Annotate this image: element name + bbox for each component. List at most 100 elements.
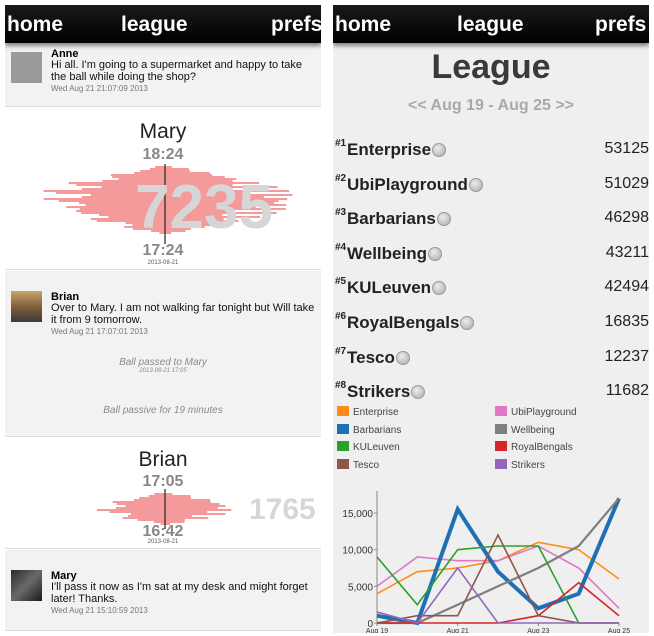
- team-label: Tesco: [347, 347, 395, 367]
- ball-icon: [432, 281, 447, 296]
- message-timestamp: Wed Aug 21 17:07:01 2013: [51, 327, 148, 336]
- team-label: UbiPlayground: [347, 174, 468, 194]
- ball-icon: [460, 316, 475, 330]
- baton-holder-name: Mary: [139, 120, 187, 143]
- message-item: Mary I'll pass it now as I'm sat at my d…: [5, 550, 321, 631]
- legend-label: RoyalBengals: [511, 442, 573, 453]
- team-rank: #4: [335, 241, 347, 253]
- league-row[interactable]: #2 UbiPlayground 51029: [333, 173, 649, 197]
- ball-icon: [468, 177, 483, 192]
- league-row[interactable]: #1 Enterprise 53125: [333, 138, 649, 162]
- histogram-bar: [96, 509, 232, 511]
- histogram-bar: [128, 515, 193, 517]
- message-timestamp: Wed Aug 21 21:07:09 2013: [51, 84, 148, 93]
- baton-date: 2013-08-21: [147, 539, 179, 545]
- legend-item: Strikers: [495, 458, 545, 471]
- legend-label: KULeuven: [353, 442, 400, 453]
- league-row[interactable]: #4 Wellbeing 43211: [333, 242, 649, 266]
- team-label: Enterprise: [347, 140, 432, 159]
- message-text: Over to Mary. I am not walking far tonig…: [51, 302, 315, 326]
- histogram-bar: [155, 166, 172, 168]
- x-tick-label: Aug 21: [447, 628, 469, 633]
- week-range: Aug 19 - Aug 25: [430, 97, 551, 114]
- team-label: KULeuven: [347, 278, 432, 298]
- histogram-bar: [154, 493, 173, 495]
- team-label: RoyalBengals: [347, 313, 460, 332]
- event-notice: Ball passive for 19 minutes: [5, 405, 321, 416]
- nav-prefs[interactable]: prefs: [271, 13, 321, 37]
- baton-card: Brian 17:05 1765 16:42 2013-08-21: [5, 437, 321, 549]
- ball-icon: [436, 212, 451, 227]
- legend-label: Tesco: [353, 459, 380, 471]
- histogram-bar: [116, 503, 220, 505]
- team-rank: #5: [335, 276, 347, 288]
- team-rank: #7: [335, 345, 347, 357]
- legend-item: Wellbeing: [495, 423, 555, 436]
- histogram-bar: [133, 499, 211, 501]
- league-screen: home league prefs League << Aug 19 - Aug…: [333, 5, 649, 633]
- baton-start-time: 17:05: [142, 473, 184, 490]
- legend-item: Tesco: [337, 458, 380, 471]
- event-text: Ball passed to Mary: [119, 357, 207, 368]
- step-count: 7235: [135, 173, 273, 242]
- nav-home[interactable]: home: [335, 13, 391, 37]
- baton-holder-name: Brian: [138, 448, 188, 471]
- team-rank: #2: [335, 172, 347, 184]
- weekly-steps-chart: 05,00010,00015,000Aug 19 Aug 21 Aug 23 Aug …: [342, 491, 630, 633]
- x-tick-label: Aug 23: [527, 628, 549, 633]
- team-name: Tesco: [347, 348, 410, 368]
- legend-swatch: [495, 458, 507, 469]
- message-text: I'll pass it now as I'm sat at my desk a…: [51, 581, 308, 605]
- legend-swatch: [337, 406, 349, 416]
- team-name: Wellbeing: [347, 244, 442, 264]
- nav-bar: home league prefs: [5, 5, 321, 43]
- nav-league[interactable]: league: [121, 13, 188, 37]
- avatar: [11, 291, 42, 322]
- nav-home[interactable]: home: [7, 13, 63, 37]
- legend-label: Wellbeing: [511, 424, 555, 436]
- legend-swatch: [337, 441, 349, 451]
- team-score: 43211: [605, 243, 649, 261]
- y-tick-label: 15,000: [342, 509, 373, 520]
- team-score: 12237: [604, 347, 650, 365]
- legend-label: Barbarians: [353, 424, 402, 436]
- league-row[interactable]: #5 KULeuven 42494: [333, 276, 649, 300]
- league-row[interactable]: #6 RoyalBengals 16835: [333, 311, 649, 335]
- histogram-bar: [149, 168, 189, 170]
- message-item: Brian Over to Mary. I am not walking far…: [5, 271, 321, 437]
- team-name: Barbarians: [347, 209, 451, 229]
- feed-screen: home league prefs Anne Hi all. I'm going…: [5, 5, 321, 631]
- legend-item: Barbarians: [337, 423, 402, 436]
- next-week-button[interactable]: >>: [555, 97, 574, 114]
- nav-prefs[interactable]: prefs: [595, 13, 646, 37]
- x-tick-label: Aug 25: [608, 628, 630, 633]
- team-name: KULeuven: [347, 278, 447, 298]
- legend-swatch: [495, 423, 507, 434]
- prev-week-button[interactable]: <<: [408, 97, 427, 114]
- message-text: Hi all. I'm going to a supermarket and h…: [51, 59, 302, 83]
- team-rank: #1: [335, 138, 347, 149]
- nav-bar: home league prefs: [333, 5, 649, 43]
- team-rank: #8: [335, 380, 347, 392]
- team-name: RoyalBengals: [347, 313, 475, 333]
- league-row[interactable]: #7 Tesco 12237: [333, 346, 649, 370]
- baton-end-time: 17:24: [142, 242, 184, 259]
- baton-date: 2013-08-21: [147, 260, 179, 266]
- team-rank: #3: [335, 207, 347, 219]
- league-row[interactable]: #3 Barbarians 46298: [333, 207, 649, 231]
- legend-label: Strikers: [511, 459, 545, 471]
- team-rank: #6: [335, 311, 347, 322]
- legend-label: Enterprise: [353, 407, 399, 418]
- legend-item: RoyalBengals: [495, 441, 573, 453]
- x-tick-label: Aug 19: [366, 628, 388, 633]
- histogram-bar: [125, 505, 226, 507]
- legend-item: Enterprise: [337, 406, 399, 418]
- event-text: Ball passive for 19 minutes: [103, 405, 223, 416]
- team-score: 11682: [605, 382, 649, 400]
- team-label: Wellbeing: [347, 243, 427, 263]
- avatar: [11, 52, 42, 83]
- legend-item: KULeuven: [337, 441, 400, 453]
- league-row[interactable]: #8 Strikers 11682: [333, 380, 649, 404]
- ball-icon: [432, 143, 447, 157]
- nav-league[interactable]: league: [457, 13, 524, 37]
